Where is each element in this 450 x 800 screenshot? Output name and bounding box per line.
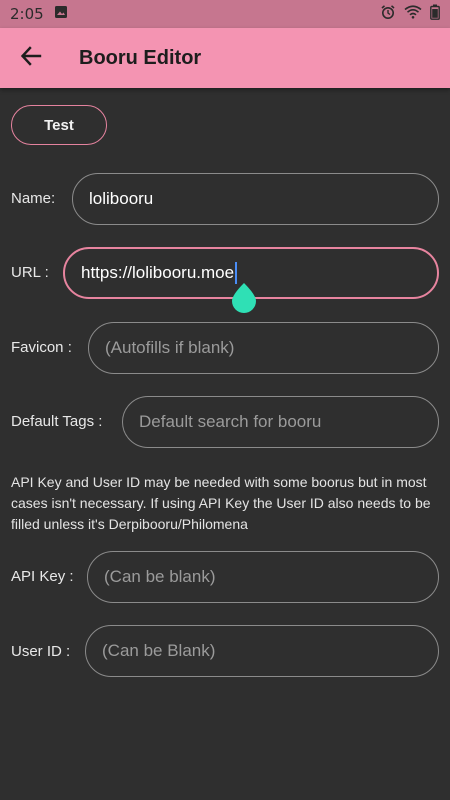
page-title: Booru Editor [79,46,202,69]
status-bar: 2:05 [0,0,450,28]
favicon-field-placeholder: (Autofills if blank) [105,338,235,357]
default-tags-field-placeholder: Default search for booru [139,412,322,431]
favicon-field[interactable]: (Autofills if blank) [88,322,439,374]
url-field-value: https://lolibooru.moe [81,263,235,282]
user-id-field-placeholder: (Can be Blank) [102,641,216,660]
image-icon [54,5,68,23]
name-field[interactable]: lolibooru [72,173,439,225]
wifi-icon [404,5,422,23]
back-button[interactable] [3,30,59,86]
user-id-label: User ID : [11,643,71,660]
api-key-field[interactable]: (Can be blank) [87,551,439,603]
default-tags-label: Default Tags : [11,413,103,430]
api-key-label: API Key : [11,568,74,585]
cursor-drag-handle[interactable] [230,283,258,313]
app-bar: Booru Editor [0,28,450,88]
user-id-field[interactable]: (Can be Blank) [85,625,439,677]
default-tags-field[interactable]: Default search for booru [122,396,439,448]
url-label: URL : [11,264,49,281]
name-field-value: lolibooru [89,189,154,208]
text-cursor [235,262,238,284]
alarm-icon [380,4,396,24]
battery-icon [430,4,440,24]
name-label: Name: [11,190,56,207]
api-info-text: API Key and User ID may be needed with s… [11,474,431,532]
arrow-back-icon [20,45,42,71]
status-time: 2:05 [10,5,44,23]
favicon-label: Favicon : [11,339,72,356]
api-key-field-placeholder: (Can be blank) [104,567,216,586]
test-button[interactable]: Test [11,105,107,145]
